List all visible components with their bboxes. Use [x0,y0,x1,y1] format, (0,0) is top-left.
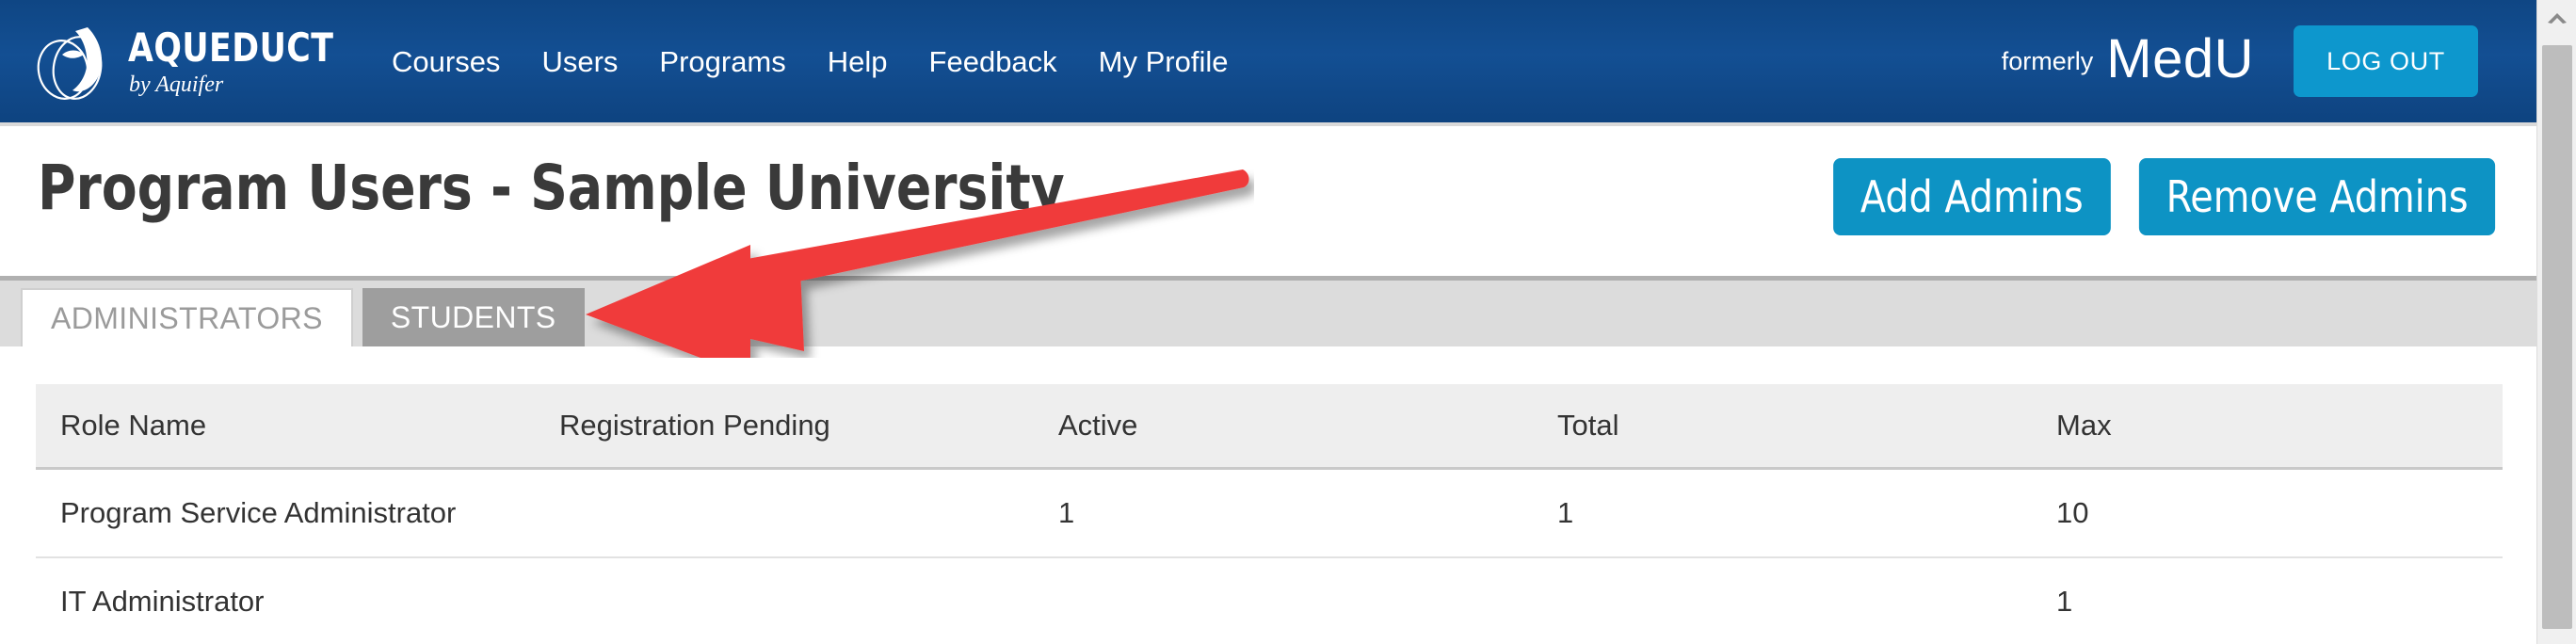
aqueduct-logo[interactable]: AQUEDUCT by Aquifer [34,17,333,107]
nav-item-courses[interactable]: Courses [384,47,521,76]
logo-title: AQUEDUCT [128,24,334,72]
tab-students[interactable]: STUDENTS [362,288,585,346]
column-header-total: Total [1533,384,2032,470]
former-brand-block: formerly MedU [2002,0,2254,122]
formerly-label: formerly [2001,46,2094,75]
cell-active [1034,557,1533,644]
cell-role-name: IT Administrator [36,557,535,644]
chevron-up-icon [2547,11,2568,29]
scroll-up-button[interactable] [2537,0,2576,40]
remove-admins-button[interactable]: Remove Admins [2138,158,2496,235]
app-page: AQUEDUCT by Aquifer Courses Users Progra… [0,0,2576,644]
nav-item-programs[interactable]: Programs [638,47,806,76]
logo-subtitle: by Aquifer [129,72,224,98]
column-header-max: Max [2032,384,2503,470]
nav-item-users[interactable]: Users [521,47,638,76]
top-navigation-bar: AQUEDUCT by Aquifer Courses Users Progra… [0,0,2536,122]
column-header-registration-pending: Registration Pending [535,384,1034,470]
cell-role-name: Program Service Administrator [36,468,535,558]
page-actions: Add Admins Remove Admins [1827,158,2503,235]
column-header-active: Active [1034,384,1533,470]
main-nav: Courses Users Programs Help Feedback My … [384,0,1248,122]
cell-registration-pending [535,557,1034,644]
page-title-row: Program Users - Sample University Add Ad… [0,122,2536,276]
roles-table: Role Name Registration Pending Active To… [36,384,2503,644]
roles-table-area: Role Name Registration Pending Active To… [0,346,2536,644]
medu-wordmark: MedU [2106,28,2254,89]
tab-administrators[interactable]: ADMINISTRATORS [21,288,353,346]
cell-active: 1 [1034,468,1533,558]
nav-item-feedback[interactable]: Feedback [909,47,1078,76]
page-title: Program Users - Sample University [38,152,1065,224]
logo-wordmark: AQUEDUCT by Aquifer [128,24,351,98]
add-admins-button[interactable]: Add Admins [1833,158,2111,235]
nav-item-my-profile[interactable]: My Profile [1078,47,1249,76]
cell-total [1533,557,2032,644]
scrollbar-thumb[interactable] [2542,45,2572,629]
cell-registration-pending [535,468,1034,558]
table-row: Program Service Administrator 1 1 10 [36,468,2503,558]
cell-max: 10 [2032,468,2503,558]
vertical-scrollbar[interactable] [2536,0,2576,644]
log-out-button[interactable]: LOG OUT [2294,25,2478,97]
cell-max: 1 [2032,557,2503,644]
tab-bar: ADMINISTRATORS STUDENTS [0,276,2536,346]
column-header-role-name: Role Name [36,384,535,470]
cell-total: 1 [1533,468,2032,558]
nav-item-help[interactable]: Help [807,47,909,76]
table-header-row: Role Name Registration Pending Active To… [36,384,2503,470]
aqueduct-droplet-icon [34,21,115,104]
table-row: IT Administrator 1 [36,557,2503,644]
